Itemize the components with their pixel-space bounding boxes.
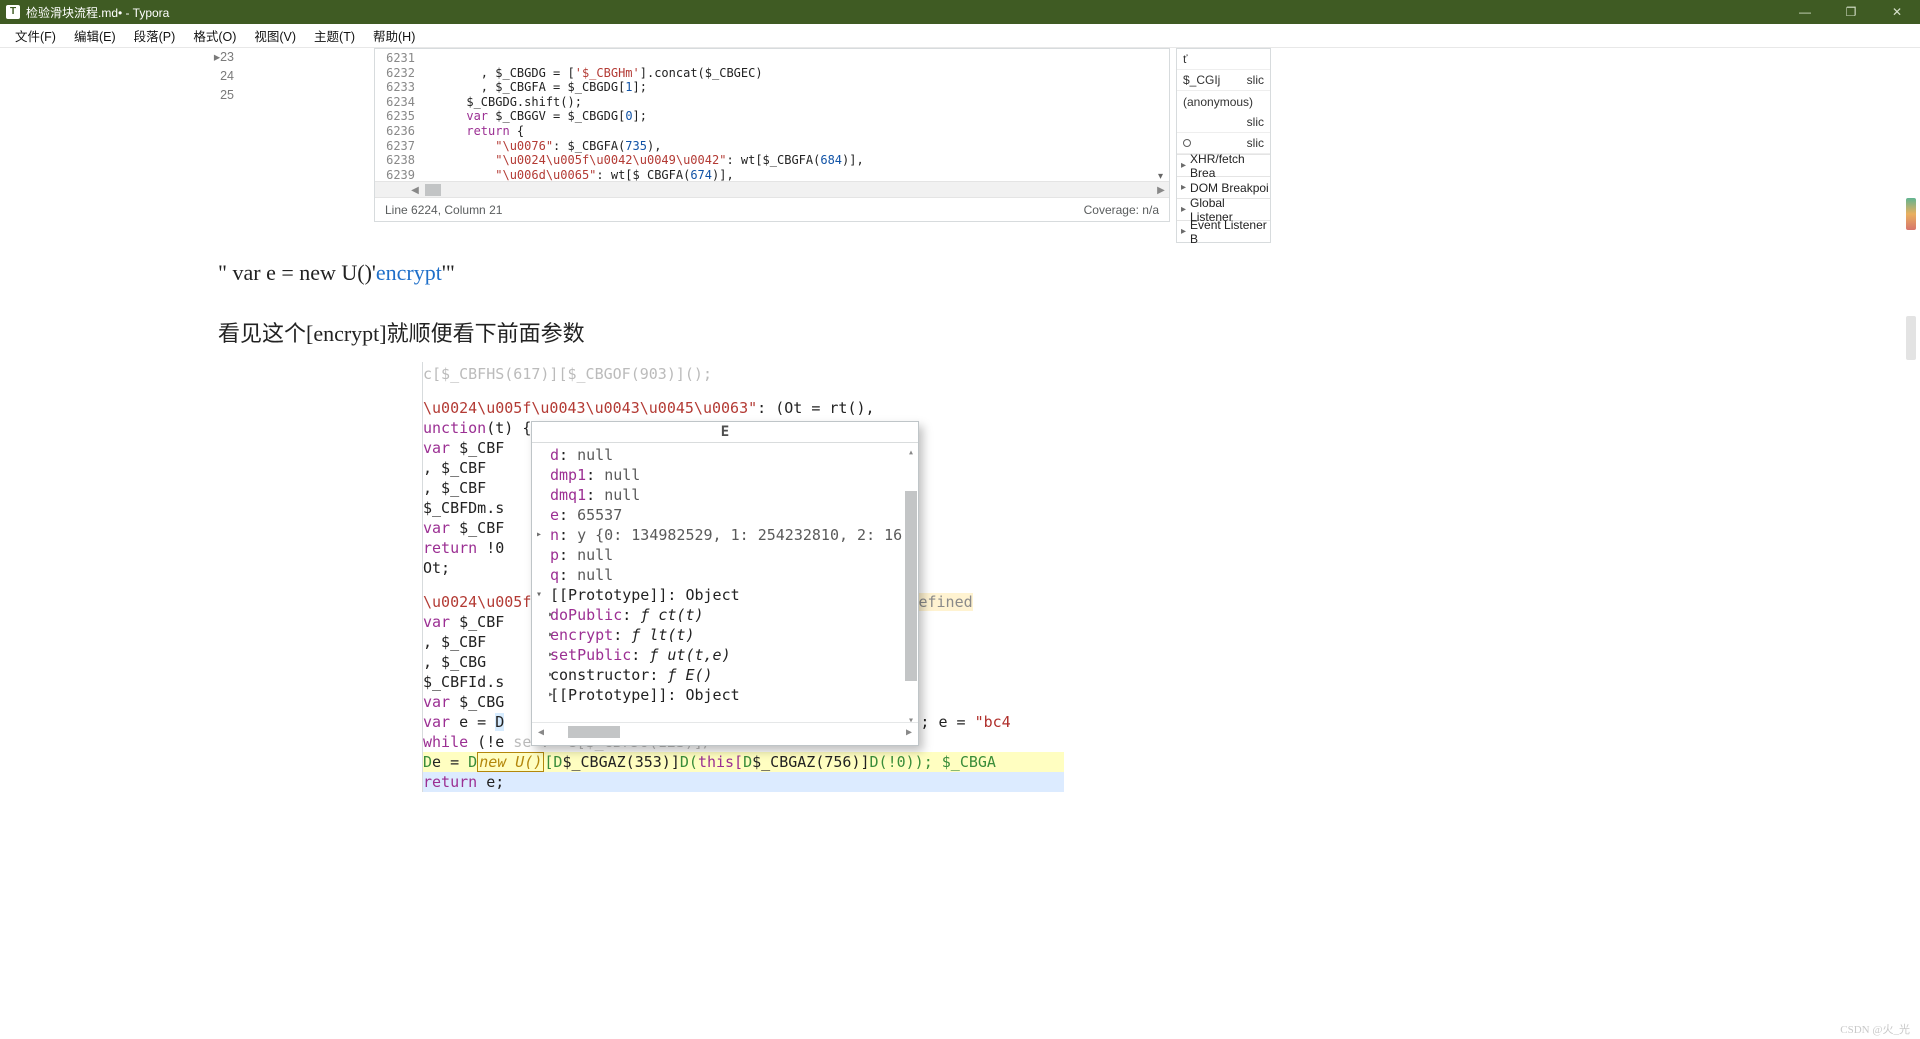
tooltip-row[interactable]: ▸n: y {0: 134982529, 1: 254232810, 2: 16 <box>550 525 912 545</box>
window-title: 检验滑块流程.md• - Typora <box>26 4 169 21</box>
window-controls: — ❐ ✕ <box>1782 0 1920 24</box>
code-area[interactable]: , $_CBGDG = ['$_CBGHm'].concat($_CBGEC) … <box>423 49 1169 181</box>
tooltip-row[interactable]: d: null <box>550 445 912 465</box>
watermark: CSDN @火_光 <box>1830 1019 1920 1039</box>
tooltip-row[interactable]: ▸ constructor: ƒ E() <box>550 665 912 685</box>
scroll-thumb[interactable] <box>425 184 441 196</box>
code-line: "\u0024\u005f\u0042\u0049\u0042": wt[$_C… <box>423 153 864 167</box>
gutter-line: 6232 <box>375 66 415 81</box>
fold-line-25[interactable]: 25 <box>206 86 238 105</box>
document-content: ▸23 24 25 6231 6232 6233 6234 6235 6236 … <box>0 48 1920 1039</box>
code-gutter: 6231 6232 6233 6234 6235 6236 6237 6238 … <box>375 49 423 181</box>
close-button[interactable]: ✕ <box>1874 0 1920 24</box>
gutter-line: 6238 <box>375 153 415 168</box>
section-event-listeners[interactable]: Event Listener B <box>1177 220 1270 242</box>
coverage-label: Coverage: n/a <box>1084 203 1159 217</box>
gutter-line: 6236 <box>375 124 415 139</box>
right-indicator-icon <box>1906 316 1916 360</box>
code-status-bar: Line 6224, Column 21 Coverage: n/a <box>375 197 1169 221</box>
scroll-thumb[interactable] <box>905 491 917 681</box>
menu-view[interactable]: 视图(V) <box>245 24 305 47</box>
debug-tooltip[interactable]: E d: nulldmp1: nulldmq1: nulle: 65537▸n:… <box>531 421 919 746</box>
code-line: "\u006d\u0065": wt[$_CBGFA(674)], <box>423 168 734 181</box>
fold-line-23[interactable]: ▸23 <box>206 48 238 67</box>
tooltip-row[interactable]: ▸ [[Prototype]]: Object <box>550 685 912 705</box>
fold-column: ▸23 24 25 <box>206 48 238 105</box>
debug-sidebar: ť $_CGIjslic (anonymous) slic slic XHR/f… <box>1176 48 1271 243</box>
code-line: c[$_CBFHS(617)][$_CBGOF(903)](); <box>423 364 1064 384</box>
paragraph-chinese[interactable]: 看见这个[encrypt]就顺便看下前面参数 <box>218 316 585 348</box>
minimize-button[interactable]: — <box>1782 0 1828 24</box>
scroll-right-icon[interactable]: ▶ <box>900 723 918 741</box>
tooltip-row[interactable]: q: null <box>550 565 912 585</box>
tooltip-row[interactable]: p: null <box>550 545 912 565</box>
callstack-row[interactable]: ť <box>1177 49 1270 70</box>
tooltip-row[interactable]: ▸ setPublic: ƒ ut(t,e) <box>550 645 912 665</box>
right-indicator-icon <box>1906 198 1916 230</box>
callstack-row[interactable]: $_CGIjslic <box>1177 70 1270 91</box>
current-line: De = Dnew U()[D$_CBGAZ(353)]D(this[D$_CB… <box>423 752 1064 772</box>
gutter-line: 6234 <box>375 95 415 110</box>
maximize-button[interactable]: ❐ <box>1828 0 1874 24</box>
breakpoint-icon <box>1183 139 1191 147</box>
callstack-row[interactable]: slic <box>1177 112 1270 133</box>
menu-help[interactable]: 帮助(H) <box>364 24 424 47</box>
cursor-position: Line 6224, Column 21 <box>385 203 502 217</box>
tooltip-row[interactable]: ▸ encrypt: ƒ lt(t) <box>550 625 912 645</box>
new-expression: new U() <box>477 752 544 772</box>
menu-paragraph[interactable]: 段落(P) <box>125 24 185 47</box>
code-line: \u0024\u005f\u0043\u0043\u0045\u0063": (… <box>423 398 1064 418</box>
code-line: $_CBGDG.shift(); <box>423 95 582 109</box>
code-line: "\u0076": $_CBGFA(735), <box>423 139 661 153</box>
code-line: , $_CBGDG = ['$_CBGHm'].concat($_CBGEC) <box>423 66 763 80</box>
tooltip-row[interactable]: e: 65537 <box>550 505 912 525</box>
gutter-line: 6233 <box>375 80 415 95</box>
tooltip-body[interactable]: d: nulldmp1: nulldmq1: nulle: 65537▸n: y… <box>532 443 918 722</box>
fold-line-24[interactable]: 24 <box>206 67 238 86</box>
scroll-right-icon[interactable]: ▶ <box>1153 182 1169 198</box>
menu-bar: 文件(F) 编辑(E) 段落(P) 格式(O) 视图(V) 主题(T) 帮助(H… <box>0 24 1920 48</box>
gutter-line: 6235 <box>375 109 415 124</box>
scroll-left-icon[interactable]: ◀ <box>532 723 550 741</box>
title-bar: T 检验滑块流程.md• - Typora — ❐ ✕ <box>0 0 1920 24</box>
menu-file[interactable]: 文件(F) <box>6 24 65 47</box>
scroll-up-icon[interactable]: ▴ <box>904 445 918 459</box>
tooltip-row[interactable]: ▾[[Prototype]]: Object <box>550 585 912 605</box>
code-line: var $_CBGGV = $_CBGDG[0]; <box>423 109 647 123</box>
tooltip-row[interactable]: dmq1: null <box>550 485 912 505</box>
code-panel: 6231 6232 6233 6234 6235 6236 6237 6238 … <box>374 48 1170 222</box>
menu-format[interactable]: 格式(O) <box>184 24 245 47</box>
encrypt-link[interactable]: encrypt <box>376 260 442 285</box>
gutter-line: 6237 <box>375 139 415 154</box>
code-h-scrollbar[interactable]: ◀ ▶ <box>375 181 1169 197</box>
scroll-thumb[interactable] <box>568 726 620 738</box>
menu-edit[interactable]: 编辑(E) <box>65 24 125 47</box>
gutter-line: 6231 <box>375 51 415 66</box>
tooltip-v-scrollbar[interactable]: ▴ ▾ <box>904 445 918 727</box>
app-icon: T <box>6 5 20 19</box>
tooltip-row[interactable]: dmp1: null <box>550 465 912 485</box>
text: '" <box>442 260 455 285</box>
code-line: return e; <box>423 772 1064 792</box>
tooltip-title: E <box>532 422 918 443</box>
text: " var e = new U()' <box>218 260 376 285</box>
menu-theme[interactable]: 主题(T) <box>305 24 364 47</box>
callstack-row[interactable]: (anonymous) <box>1177 91 1270 112</box>
tooltip-h-scrollbar[interactable]: ◀ ▶ <box>532 722 918 740</box>
code-line: return { <box>423 124 524 138</box>
paragraph-expression[interactable]: " var e = new U()'encrypt'" <box>218 260 455 286</box>
code-line: , $_CBGFA = $_CBGDG[1]; <box>423 80 647 94</box>
section-xhr[interactable]: XHR/fetch Brea <box>1177 154 1270 176</box>
scroll-left-icon[interactable]: ◀ <box>407 182 423 198</box>
gutter-line: 6239 <box>375 168 415 181</box>
tooltip-row[interactable]: ▸ doPublic: ƒ ct(t) <box>550 605 912 625</box>
